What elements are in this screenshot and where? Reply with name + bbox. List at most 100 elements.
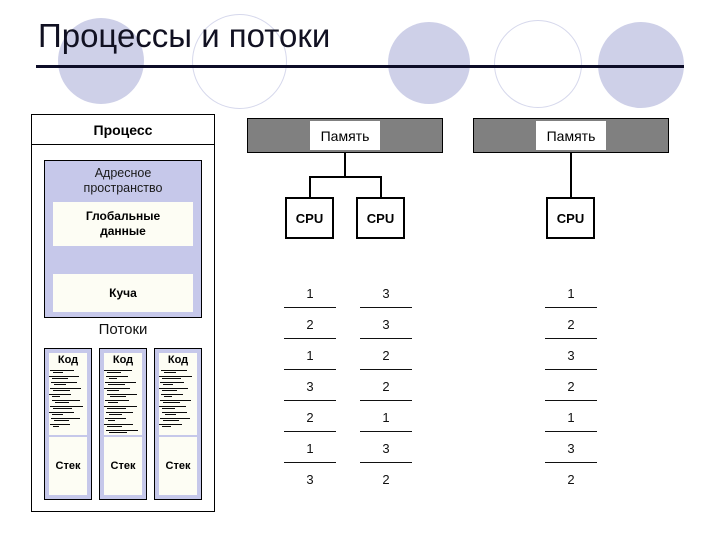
- cpu-3-schedule-value: 2: [567, 317, 575, 332]
- cpu-2-schedule-value: 3: [382, 441, 390, 456]
- cpu-1-schedule-divider: [284, 462, 336, 463]
- cpu-2-schedule-divider: [360, 307, 412, 308]
- cpu-box-1: CPU: [285, 197, 334, 239]
- thread-2: Код Стек: [99, 348, 147, 500]
- page-title: Процессы и потоки: [38, 17, 331, 54]
- cpu-1-schedule-divider: [284, 338, 336, 339]
- thread-3: Код Стек: [154, 348, 202, 500]
- cpu-3-schedule-divider: [545, 400, 597, 401]
- thread-2-code-lines: [104, 368, 142, 433]
- cpu-3-schedule-value: 3: [567, 441, 575, 456]
- cpu-1-schedule-value: 3: [306, 379, 314, 394]
- cpu-2-schedule-value: 3: [382, 317, 390, 332]
- circle-4: [494, 20, 582, 108]
- schedule-column-1: 1 2 1 3 2 1 3: [284, 283, 336, 500]
- memory-bus-rail-multiprocessor: [309, 176, 382, 178]
- cpu-1-schedule-value: 1: [306, 441, 314, 456]
- thread-3-code: Код: [159, 353, 197, 435]
- global-data-label-line1: Глобальные: [85, 209, 161, 223]
- cpu-3-schedule-slot-2: 2: [545, 314, 597, 345]
- address-space-label-line1: Адресное: [94, 166, 152, 180]
- circle-3: [388, 22, 470, 104]
- cpu-box-2: CPU: [356, 197, 405, 239]
- cpu-1-schedule-value: 2: [306, 410, 314, 425]
- cpu-3-schedule-value: 3: [567, 348, 575, 363]
- heap-label: Куча: [109, 285, 137, 300]
- global-data-region: Глобальные данные: [53, 202, 193, 246]
- global-data-label-line2: данные: [100, 224, 146, 238]
- thread-2-stack: Стек: [104, 437, 142, 495]
- address-space-label-line2: пространство: [83, 181, 163, 195]
- cpu-3-schedule-slot-4: 2: [545, 376, 597, 407]
- schedule-column-2: 3 3 2 2 1 3 2: [360, 283, 412, 500]
- address-space-label: Адресное пространство: [45, 166, 201, 196]
- cpu-2-schedule-value: 2: [382, 379, 390, 394]
- cpu-2-schedule-value: 3: [382, 286, 390, 301]
- memory-bus-drop-cpu2: [380, 176, 382, 198]
- cpu-1-schedule-slot-3: 1: [284, 345, 336, 376]
- cpu-2-schedule-slot-3: 2: [360, 345, 412, 376]
- cpu-1-schedule-value: 1: [306, 348, 314, 363]
- cpu-2-schedule-value: 2: [382, 348, 390, 363]
- cpu-2-schedule-value: 2: [382, 472, 390, 487]
- cpu-2-schedule-slot-1: 3: [360, 283, 412, 314]
- cpu-3-schedule-divider: [545, 307, 597, 308]
- cpu-1-schedule-slot-5: 2: [284, 407, 336, 438]
- memory-bus-drop-cpu1: [309, 176, 311, 198]
- cpu-3-schedule-slot-6: 3: [545, 438, 597, 469]
- cpu-2-schedule-slot-2: 3: [360, 314, 412, 345]
- cpu-2-schedule-divider: [360, 338, 412, 339]
- cpu-box-3: CPU: [546, 197, 595, 239]
- thread-2-code-label: Код: [112, 354, 134, 366]
- cpu-3-schedule-value: 1: [567, 410, 575, 425]
- thread-1-code-label: Код: [57, 354, 79, 366]
- cpu-1-schedule-divider: [284, 431, 336, 432]
- thread-1: Код Стек: [44, 348, 92, 500]
- thread-1-stack: Стек: [49, 437, 87, 495]
- cpu-1-schedule-value: 2: [306, 317, 314, 332]
- cpu-3-schedule-slot-3: 3: [545, 345, 597, 376]
- cpu-1-schedule-divider: [284, 307, 336, 308]
- cpu-2-schedule-divider: [360, 369, 412, 370]
- cpu-2-schedule-slot-5: 1: [360, 407, 412, 438]
- cpu-3-schedule-value: 2: [567, 472, 575, 487]
- cpu-2-schedule-divider: [360, 431, 412, 432]
- cpu-3-schedule-slot-5: 1: [545, 407, 597, 438]
- cpu-3-schedule-value: 2: [567, 379, 575, 394]
- cpu-2-schedule-divider: [360, 400, 412, 401]
- cpu-3-schedule-slot-7: 2: [545, 469, 597, 500]
- cpu-1-schedule-slot-6: 1: [284, 438, 336, 469]
- thread-3-stack: Стек: [159, 437, 197, 495]
- cpu-3-schedule-slot-1: 1: [545, 283, 597, 314]
- thread-1-code-lines: [49, 368, 87, 432]
- cpu-1-schedule-value: 3: [306, 472, 314, 487]
- address-space-region: Адресное пространство Глобальные данные …: [44, 160, 202, 318]
- thread-1-code: Код: [49, 353, 87, 435]
- cpu-1-schedule-slot-2: 2: [284, 314, 336, 345]
- memory-label-multiprocessor: Память: [310, 121, 380, 150]
- cpu-3-schedule-divider: [545, 431, 597, 432]
- memory-bus-stem-uniprocessor: [570, 153, 572, 197]
- threads-row: Код Стек Код Стек Код Стек: [44, 348, 202, 500]
- slide-root: Процессы и потоки Процесс Адресное прост…: [0, 0, 720, 540]
- cpu-1-schedule-slot-7: 3: [284, 469, 336, 500]
- cpu-2-schedule-divider: [360, 462, 412, 463]
- heap-region: Куча: [53, 274, 193, 312]
- process-title: Процесс: [32, 115, 214, 145]
- cpu-2-schedule-slot-4: 2: [360, 376, 412, 407]
- memory-label-uniprocessor: Память: [536, 121, 606, 150]
- cpu-1-schedule-slot-4: 3: [284, 376, 336, 407]
- memory-bus-stem-multiprocessor: [344, 153, 346, 177]
- thread-3-code-label: Код: [167, 354, 189, 366]
- cpu-2-schedule-slot-6: 3: [360, 438, 412, 469]
- schedule-column-3: 1 2 3 2 1 3 2: [545, 283, 597, 500]
- cpu-3-schedule-divider: [545, 338, 597, 339]
- cpu-1-schedule-slot-1: 1: [284, 283, 336, 314]
- cpu-3-schedule-divider: [545, 369, 597, 370]
- cpu-2-schedule-value: 1: [382, 410, 390, 425]
- cpu-3-schedule-value: 1: [567, 286, 575, 301]
- cpu-1-schedule-divider: [284, 369, 336, 370]
- title-divider: [36, 65, 684, 68]
- cpu-2-schedule-slot-7: 2: [360, 469, 412, 500]
- cpu-3-schedule-divider: [545, 462, 597, 463]
